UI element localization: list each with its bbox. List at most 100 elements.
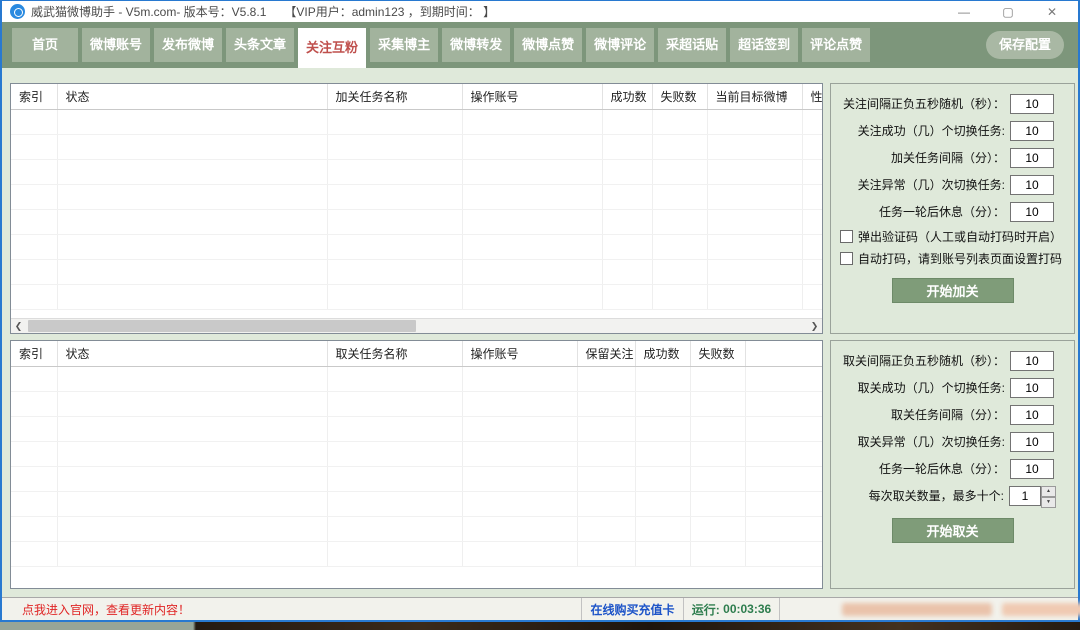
col-header-fail-count[interactable]: 失败数 [690, 341, 745, 366]
table-cell [802, 259, 822, 284]
unfollow-task-interval-row: 取关任务间隔（分）： [831, 401, 1074, 428]
col-header-current-target-weibo[interactable]: 当前目标微博 [707, 84, 802, 109]
unfollow-rest-label: 任务一轮后休息（分）： [879, 460, 1005, 477]
start-unfollow-button[interactable]: 开始取关 [892, 518, 1014, 543]
table-cell [11, 466, 57, 491]
status-bar: 点我进入官网，查看更新内容！ 在线购买充值卡 运行: 00:03:36 [2, 597, 1078, 620]
stepper-down-icon[interactable]: ▼ [1041, 497, 1056, 508]
table-row [11, 366, 822, 391]
table-cell [11, 134, 57, 159]
scrollbar-track[interactable] [26, 319, 807, 333]
col-header-operating-account[interactable]: 操作账号 [462, 341, 577, 366]
follow-rest-label: 任务一轮后休息（分）： [879, 203, 1005, 220]
col-header-unfollow-task-name[interactable]: 取关任务名称 [327, 341, 462, 366]
unfollow-interval-input[interactable] [1010, 351, 1054, 371]
table-cell [745, 541, 822, 566]
unfollow-rest-input[interactable] [1010, 459, 1054, 479]
unfollow-success-switch-input[interactable] [1010, 378, 1054, 398]
auto-captcha-checkbox[interactable] [840, 252, 853, 265]
horizontal-scrollbar[interactable]: ❮ ❯ [11, 318, 822, 333]
col-header-gender[interactable]: 性别 [802, 84, 822, 109]
tab-follow-mutual[interactable]: 关注互粉 [298, 28, 366, 68]
table-cell [577, 541, 635, 566]
follow-abnormal-switch-row: 关注异常（几）次切换任务: [831, 171, 1074, 198]
table-cell [707, 234, 802, 259]
table-cell [11, 441, 57, 466]
maximize-icon[interactable]: ▢ [986, 2, 1030, 22]
col-header-success-count[interactable]: 成功数 [635, 341, 690, 366]
table-cell [462, 466, 577, 491]
table-cell [57, 366, 327, 391]
unfollow-rest-row: 任务一轮后休息（分）： [831, 455, 1074, 482]
scroll-left-icon[interactable]: ❮ [11, 319, 26, 333]
table-cell [802, 234, 822, 259]
table-row [11, 284, 822, 309]
save-config-button[interactable]: 保存配置 [986, 31, 1064, 59]
unfollow-task-interval-input[interactable] [1010, 405, 1054, 425]
table-cell [462, 441, 577, 466]
follow-success-switch-row: 关注成功（几）个切换任务: [831, 117, 1074, 144]
col-header-keep-following[interactable]: 保留关注 [577, 341, 635, 366]
follow-task-interval-input[interactable] [1010, 148, 1054, 168]
tab-collect-supertopic-posts[interactable]: 采超话贴 [658, 28, 726, 62]
status-bar-censored-area [780, 598, 1078, 620]
col-header-success-count[interactable]: 成功数 [602, 84, 652, 109]
col-header-index[interactable]: 索引 [11, 341, 57, 366]
tab-headline-articles[interactable]: 头条文章 [226, 28, 294, 62]
table-cell [327, 391, 462, 416]
tab-home[interactable]: 首页 [12, 28, 78, 62]
table-cell [635, 491, 690, 516]
follow-abnormal-switch-input[interactable] [1010, 175, 1054, 195]
table-cell [327, 416, 462, 441]
runtime-value: 00:03:36 [723, 602, 771, 616]
tab-publish-weibo[interactable]: 发布微博 [154, 28, 222, 62]
stepper-up-icon[interactable]: ▲ [1041, 486, 1056, 497]
table-cell [745, 391, 822, 416]
official-site-link[interactable]: 点我进入官网，查看更新内容！ [2, 598, 582, 620]
table-cell [327, 234, 462, 259]
table-row [11, 259, 822, 284]
tab-weibo-repost[interactable]: 微博转发 [442, 28, 510, 62]
col-header-index[interactable]: 索引 [11, 84, 57, 109]
tab-supertopic-checkin[interactable]: 超话签到 [730, 28, 798, 62]
unfollow-count-input[interactable] [1009, 486, 1041, 506]
follow-success-switch-input[interactable] [1010, 121, 1054, 141]
table-row [11, 466, 822, 491]
table-cell [690, 466, 745, 491]
col-header-follow-task-name[interactable]: 加关任务名称 [327, 84, 462, 109]
follow-interval-input[interactable] [1010, 94, 1054, 114]
table-cell [57, 441, 327, 466]
tab-collect-bloggers[interactable]: 采集博主 [370, 28, 438, 62]
col-header-status[interactable]: 状态 [57, 84, 327, 109]
follow-rest-input[interactable] [1010, 202, 1054, 222]
tab-weibo-comment[interactable]: 微博评论 [586, 28, 654, 62]
tab-comment-like[interactable]: 评论点赞 [802, 28, 870, 62]
captcha-popup-label: 弹出验证码（人工或自动打码时开启） [858, 228, 1062, 245]
follow-abnormal-switch-label: 关注异常（几）次切换任务: [858, 176, 1005, 193]
close-icon[interactable]: ✕ [1030, 2, 1074, 22]
table-cell [635, 391, 690, 416]
unfollow-table-header-row: 索引 状态 取关任务名称 操作账号 保留关注 成功数 失败数 [11, 341, 822, 366]
scroll-right-icon[interactable]: ❯ [807, 319, 822, 333]
minimize-icon[interactable]: — [942, 2, 986, 22]
table-cell [327, 159, 462, 184]
unfollow-abnormal-switch-input[interactable] [1010, 432, 1054, 452]
tab-weibo-like[interactable]: 微博点赞 [514, 28, 582, 62]
scrollbar-thumb[interactable] [28, 320, 416, 332]
col-header-fail-count[interactable]: 失败数 [652, 84, 707, 109]
table-cell [577, 391, 635, 416]
table-cell [602, 259, 652, 284]
table-cell [462, 234, 602, 259]
table-cell [57, 109, 327, 134]
table-cell [690, 516, 745, 541]
unfollow-count-row: 每次取关数量，最多十个: ▲ ▼ [831, 482, 1074, 509]
captcha-popup-checkbox[interactable] [840, 230, 853, 243]
tab-weibo-accounts[interactable]: 微博账号 [82, 28, 150, 62]
buy-card-link[interactable]: 在线购买充值卡 [582, 598, 684, 620]
col-header-operating-account[interactable]: 操作账号 [462, 84, 602, 109]
col-header-status[interactable]: 状态 [57, 341, 327, 366]
table-row [11, 109, 822, 134]
table-cell [652, 134, 707, 159]
table-cell [327, 491, 462, 516]
start-follow-button[interactable]: 开始加关 [892, 278, 1014, 303]
